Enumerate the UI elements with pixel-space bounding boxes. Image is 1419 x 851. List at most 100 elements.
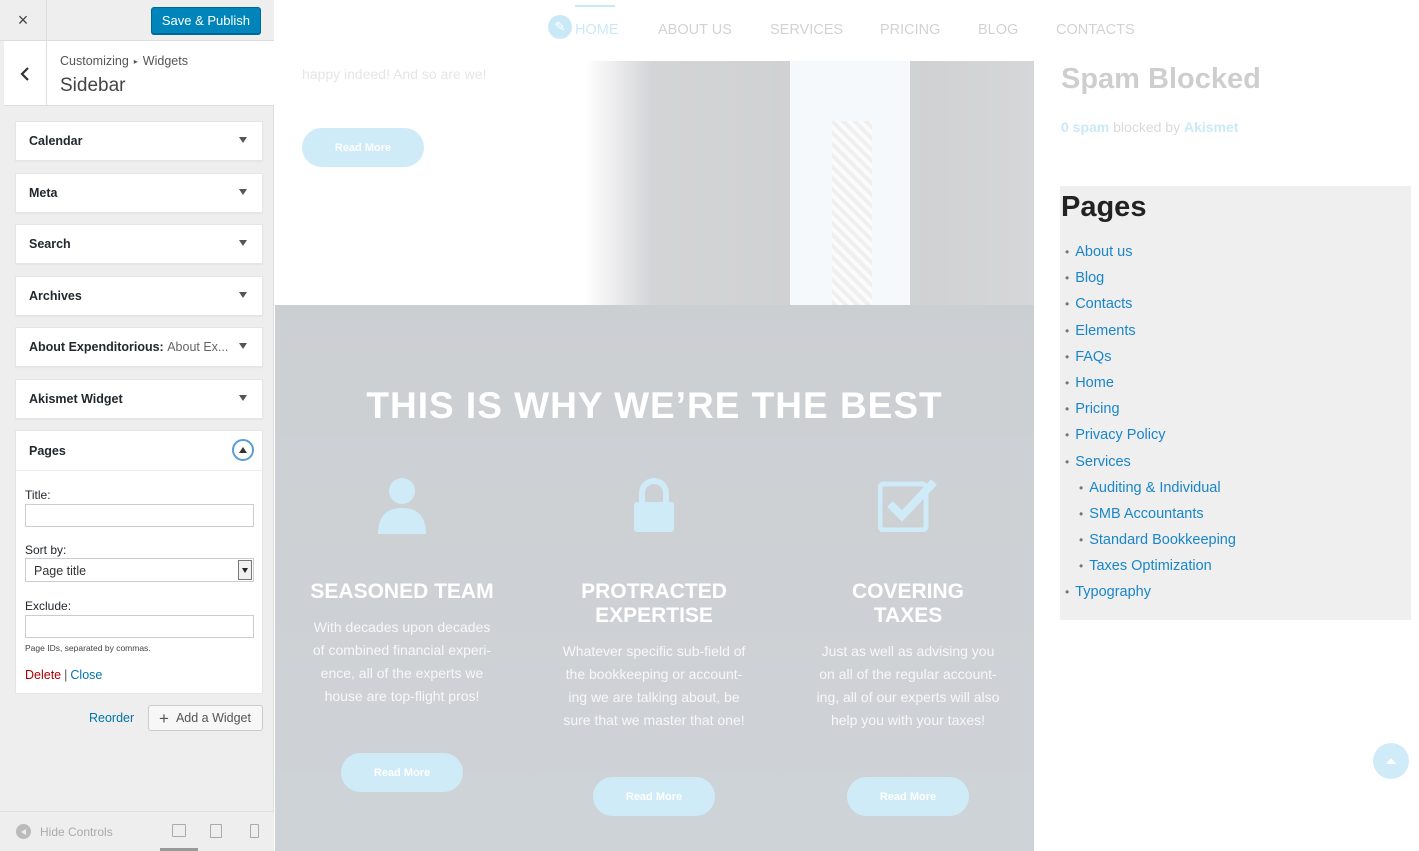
feature-text-line: ing, all of our experts will also xyxy=(816,689,1000,705)
desktop-icon[interactable] xyxy=(172,824,186,837)
close-link[interactable]: Close xyxy=(70,668,102,682)
feature-read-more-button[interactable]: Read More xyxy=(341,753,463,792)
feature-title: COVERING xyxy=(851,580,964,603)
breadcrumb-widgets: Widgets xyxy=(142,54,188,68)
widget-title-text: Archives xyxy=(29,289,82,303)
widget-title: Archives xyxy=(29,289,82,303)
spam-blocked-title: Spam Blocked xyxy=(1061,63,1261,95)
chevron-down-icon[interactable] xyxy=(239,292,247,298)
feature-text-line: on all of the regular account- xyxy=(819,666,997,682)
nav-services[interactable]: SERVICES xyxy=(770,22,843,38)
feature-title: TAXES xyxy=(873,604,943,627)
feature-covering-taxes: COVERING TAXES Just as well as advising y… xyxy=(793,470,1023,816)
widget-title-text: Search xyxy=(29,237,71,251)
widget-pages-header[interactable]: Pages xyxy=(16,431,262,471)
hero-text: happy indeed! And so are we! xyxy=(302,66,487,82)
pages-list-item[interactable]: Contacts xyxy=(1065,296,1236,322)
sort-by-select[interactable]: Page title xyxy=(25,558,254,582)
widget-title: Meta xyxy=(29,186,57,200)
actions-separator: | xyxy=(64,668,68,682)
customizer-header: × Save & Publish xyxy=(0,0,274,41)
feature-protracted-expertise: PROTRACTED EXPERTISE Whatever specific su… xyxy=(539,470,769,816)
widget-title: Calendar xyxy=(29,134,83,148)
widget-item[interactable]: Meta xyxy=(15,173,263,213)
widget-item[interactable]: Akismet Widget xyxy=(15,379,263,419)
widget-title-text: About Expenditorious: xyxy=(29,340,164,354)
feature-text-line: house are top-flight pros! xyxy=(324,688,480,704)
feature-read-more-button[interactable]: Read More xyxy=(847,777,969,816)
feature-title: EXPERTISE xyxy=(595,604,713,627)
mobile-icon[interactable] xyxy=(250,824,259,838)
nav-about-us[interactable]: ABOUT US xyxy=(658,22,732,38)
pages-list-item[interactable]: Typography xyxy=(1065,584,1236,610)
pages-list-item[interactable]: Blog xyxy=(1065,270,1236,296)
widget-actions: Delete | Close xyxy=(25,668,102,682)
chevron-down-icon[interactable] xyxy=(239,189,247,195)
nav-home[interactable]: HOME xyxy=(575,22,619,38)
chevron-down-icon[interactable] xyxy=(239,137,247,143)
feature-read-more-button[interactable]: Read More xyxy=(593,777,715,816)
back-icon[interactable] xyxy=(4,41,47,106)
add-widget-button[interactable]: + Add a Widget xyxy=(148,705,263,731)
feature-text-line: With decades upon decades xyxy=(313,619,491,635)
close-icon[interactable]: × xyxy=(0,0,47,41)
scroll-top-button[interactable] xyxy=(1373,743,1409,779)
spam-mid-text: blocked by xyxy=(1109,119,1184,135)
pages-widget-preview: Pages About usBlogContactsElementsFAQsHo… xyxy=(1060,186,1411,620)
feature-title: SEASONED TEAM xyxy=(310,580,494,603)
pages-list-item[interactable]: About us xyxy=(1065,244,1236,270)
user-icon xyxy=(287,470,517,540)
spam-count: 0 spam xyxy=(1061,119,1110,135)
widget-title-text: Akismet Widget xyxy=(29,392,123,406)
section-header: Customizing ▸ Widgets Sidebar xyxy=(4,41,274,106)
widget-subtitle: About Ex... xyxy=(167,340,229,354)
pages-list-item[interactable]: Standard Bookkeeping xyxy=(1065,532,1236,558)
pages-list-item[interactable]: Taxes Optimization xyxy=(1065,558,1236,584)
pages-list-item[interactable]: Services xyxy=(1065,454,1236,480)
widget-item[interactable]: About Expenditorious: About Ex... xyxy=(15,327,263,367)
feature-title: PROTRACTED xyxy=(581,580,727,603)
save-publish-button[interactable]: Save & Publish xyxy=(150,7,261,34)
breadcrumb-separator: ▸ xyxy=(133,57,138,67)
widget-item[interactable]: Calendar xyxy=(15,121,263,161)
pages-list-item[interactable]: Privacy Policy xyxy=(1065,427,1236,453)
breadcrumb-customizing: Customizing xyxy=(60,54,129,68)
chevron-up-icon[interactable] xyxy=(232,439,254,461)
pages-list-item[interactable]: SMB Accountants xyxy=(1065,506,1236,532)
nav-blog[interactable]: BLOG xyxy=(978,22,1018,38)
chevron-down-icon[interactable] xyxy=(239,240,247,246)
widget-title: About Expenditorious: About Ex... xyxy=(29,340,228,354)
widget-pages-expanded: Pages Title: Sort by: Page title Exclude… xyxy=(15,430,263,694)
sort-by-label: Sort by: xyxy=(25,543,67,557)
chevron-down-icon[interactable] xyxy=(238,560,252,580)
exclude-help: Page IDs, separated by commas. xyxy=(25,643,151,653)
exclude-field[interactable] xyxy=(25,615,254,638)
delete-link[interactable]: Delete xyxy=(25,668,61,682)
nav-active-indicator xyxy=(575,5,615,7)
pages-list-item[interactable]: Home xyxy=(1065,375,1236,401)
feature-text-line: ing we are talking about, be xyxy=(568,689,740,705)
hide-controls-label: Hide Controls xyxy=(40,824,113,839)
reorder-link[interactable]: Reorder xyxy=(89,711,134,725)
chevron-down-icon[interactable] xyxy=(239,343,247,349)
pencil-icon[interactable]: ✎ xyxy=(548,15,572,39)
akismet-link[interactable]: Akismet xyxy=(1184,119,1238,135)
nav-pricing[interactable]: PRICING xyxy=(880,22,940,38)
pages-list-item[interactable]: Elements xyxy=(1065,323,1236,349)
tablet-icon[interactable] xyxy=(210,824,222,838)
widget-title: Search xyxy=(29,237,71,251)
title-field[interactable] xyxy=(25,504,254,527)
pages-list-item[interactable]: Auditing & Individual xyxy=(1065,480,1236,506)
chevron-down-icon[interactable] xyxy=(239,395,247,401)
pages-list-item[interactable]: FAQs xyxy=(1065,349,1236,375)
hide-controls-button[interactable]: Hide Controls xyxy=(16,824,113,839)
widget-item[interactable]: Archives xyxy=(15,276,263,316)
widget-title: Akismet Widget xyxy=(29,392,123,406)
hero-read-more-button[interactable]: Read More xyxy=(302,128,424,167)
title-label: Title: xyxy=(25,488,51,502)
feature-text-line: sure that we master that one! xyxy=(563,712,745,728)
pages-list-item[interactable]: Pricing xyxy=(1065,401,1236,427)
widget-item[interactable]: Search xyxy=(15,224,263,264)
arrow-up-icon xyxy=(1386,758,1396,764)
nav-contacts[interactable]: CONTACTS xyxy=(1056,22,1135,38)
